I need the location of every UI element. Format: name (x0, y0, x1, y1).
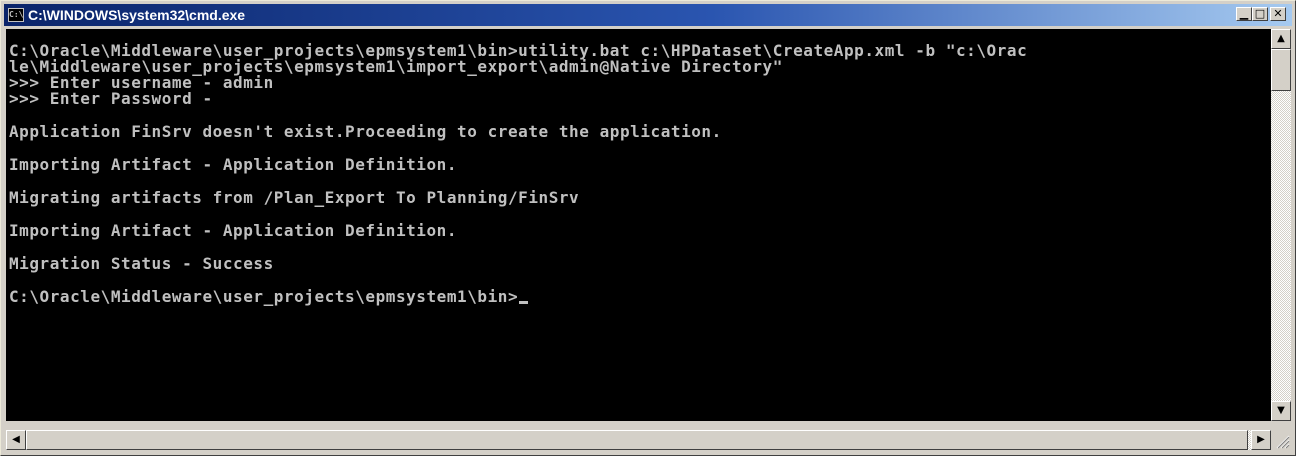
horizontal-scroll-thumb[interactable] (26, 430, 1248, 450)
minimize-button[interactable]: ▁ (1236, 7, 1252, 21)
scroll-up-button[interactable]: ▲ (1271, 29, 1291, 49)
console-line: Importing Artifact - Application Definit… (9, 155, 458, 174)
console-line: Application FinSrv doesn't exist.Proceed… (9, 122, 722, 141)
maximize-button[interactable]: □ (1252, 7, 1268, 21)
console-line: Importing Artifact - Application Definit… (9, 221, 458, 240)
horizontal-scrollbar[interactable]: ◀ ▶ (6, 430, 1271, 450)
scroll-down-button[interactable]: ▼ (1271, 401, 1291, 421)
title-bar[interactable]: C:\ C:\WINDOWS\system32\cmd.exe ▁ □ ✕ (4, 4, 1292, 26)
cmd-app-icon[interactable]: C:\ (8, 8, 24, 22)
vertical-scrollbar[interactable]: ▲ ▼ (1271, 29, 1291, 421)
resize-grip-icon[interactable] (1271, 430, 1291, 450)
window-title: C:\WINDOWS\system32\cmd.exe (28, 7, 246, 23)
cmd-window: C:\ C:\WINDOWS\system32\cmd.exe ▁ □ ✕ C:… (0, 0, 1296, 456)
console-line: Migrating artifacts from /Plan_Export To… (9, 188, 580, 207)
console-prompt: C:\Oracle\Middleware\user_projects\epmsy… (9, 287, 519, 306)
scroll-right-button[interactable]: ▶ (1251, 430, 1271, 450)
scroll-left-button[interactable]: ◀ (6, 430, 26, 450)
text-cursor (519, 301, 529, 304)
close-button[interactable]: ✕ (1270, 7, 1286, 21)
console-line: >>> Enter Password - (9, 89, 213, 108)
vertical-scroll-thumb[interactable] (1271, 49, 1291, 91)
console-line: Migration Status - Success (9, 254, 274, 273)
console-prompt-line: C:\Oracle\Middleware\user_projects\epmsy… (9, 289, 1271, 305)
console-output[interactable]: C:\Oracle\Middleware\user_projects\epmsy… (6, 29, 1271, 421)
